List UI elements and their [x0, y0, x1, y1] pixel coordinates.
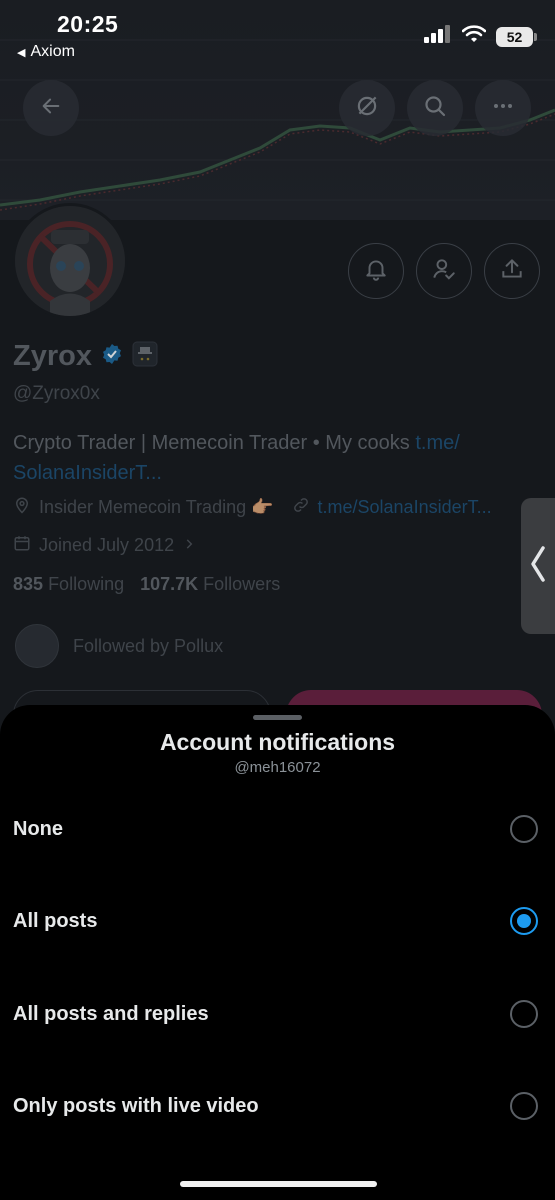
option-live-video[interactable]: Only posts with live video: [0, 1076, 555, 1136]
grok-slash-icon: [354, 93, 380, 124]
radio-unselected[interactable]: [510, 1000, 538, 1028]
sheet-subtitle: @meh16072: [234, 759, 321, 776]
sheet-title: Account notifications: [159, 729, 396, 755]
option-all-posts[interactable]: All posts: [0, 891, 555, 951]
more-icon: [491, 94, 515, 123]
back-app-label: Axiom: [30, 43, 75, 60]
verified-badge-icon: [100, 342, 124, 371]
radio-unselected[interactable]: [510, 815, 538, 843]
option-label: Only posts with live video: [13, 1094, 259, 1117]
radio-unselected[interactable]: [510, 1092, 538, 1120]
followed-by-text: Followed by Pollux: [73, 635, 224, 656]
option-label: All posts: [13, 909, 98, 932]
status-icons: 52: [424, 25, 537, 48]
followers-count: 107.7K: [140, 574, 199, 594]
back-to-app[interactable]: ◀ Axiom: [17, 43, 75, 61]
share-button[interactable]: [484, 243, 540, 299]
follower-avatar: [15, 624, 59, 668]
status-bar: 20:25 ◀ Axiom 52: [0, 0, 555, 70]
following-label: Following: [48, 574, 125, 594]
profile-bio: Crypto Trader | Memecoin Trader • My coo…: [13, 428, 533, 488]
search-button[interactable]: [407, 80, 463, 136]
location-pin-icon: [13, 496, 31, 519]
user-check-icon: [431, 256, 457, 287]
wifi-icon: [461, 25, 487, 48]
cellular-signal-icon: [424, 25, 452, 48]
bio-text: Crypto Trader | Memecoin Trader • My coo…: [13, 432, 416, 454]
arrow-left-icon: [40, 95, 62, 122]
following-button[interactable]: [416, 243, 472, 299]
calendar-icon: [13, 534, 31, 557]
followers-stat[interactable]: 107.7K Followers: [140, 574, 280, 595]
battery-icon: 52: [496, 26, 537, 47]
followers-label: Followers: [203, 574, 281, 594]
radio-dot: [517, 914, 531, 928]
profile-joined: Joined July 2012: [39, 535, 175, 555]
profile-name-row: Zyrox: [13, 340, 158, 373]
profile-name: Zyrox: [13, 340, 92, 372]
radio-selected[interactable]: [510, 907, 538, 935]
option-label: None: [13, 817, 63, 840]
affiliate-badge-icon: [132, 341, 158, 372]
chevron-left-icon: [529, 544, 547, 589]
back-triangle-icon: ◀: [17, 46, 26, 59]
sheet-grabber[interactable]: [253, 715, 302, 720]
avatar-image: [15, 206, 125, 316]
status-time: 20:25: [57, 11, 119, 37]
more-button[interactable]: [475, 80, 531, 136]
profile-handle: @Zyrox0x: [13, 383, 100, 404]
following-count: 835: [13, 574, 44, 594]
share-icon: [499, 256, 525, 287]
link-icon: [292, 496, 310, 519]
option-label: All posts and replies: [13, 1002, 209, 1025]
profile-avatar[interactable]: [12, 203, 128, 319]
battery-level: 52: [506, 28, 523, 45]
profile-meta-row: Insider Memecoin Trading 👉🏽 t.me/SolanaI…: [13, 496, 492, 519]
grok-button[interactable]: [339, 80, 395, 136]
side-panel-handle[interactable]: [521, 498, 555, 634]
option-all-posts-and-replies[interactable]: All posts and replies: [0, 984, 555, 1044]
option-none[interactable]: None: [0, 799, 555, 859]
follow-stats: 835 Following 107.7K Followers: [13, 574, 280, 595]
profile-location: Insider Memecoin Trading 👉🏽: [39, 497, 274, 517]
home-indicator[interactable]: [180, 1181, 377, 1187]
chevron-right-icon: [182, 535, 196, 556]
profile-joined-row[interactable]: Joined July 2012: [13, 534, 196, 557]
notifications-button[interactable]: [348, 243, 404, 299]
back-button[interactable]: [23, 80, 79, 136]
search-icon: [423, 94, 447, 123]
account-notifications-sheet: Account notifications @meh16072 None All…: [0, 705, 555, 1200]
notification-bell-icon: [363, 256, 389, 287]
followed-by-row[interactable]: Followed by Pollux: [15, 624, 223, 668]
following-stat[interactable]: 835 Following: [13, 574, 124, 595]
profile-website-link[interactable]: t.me/SolanaInsiderT...: [318, 497, 492, 518]
